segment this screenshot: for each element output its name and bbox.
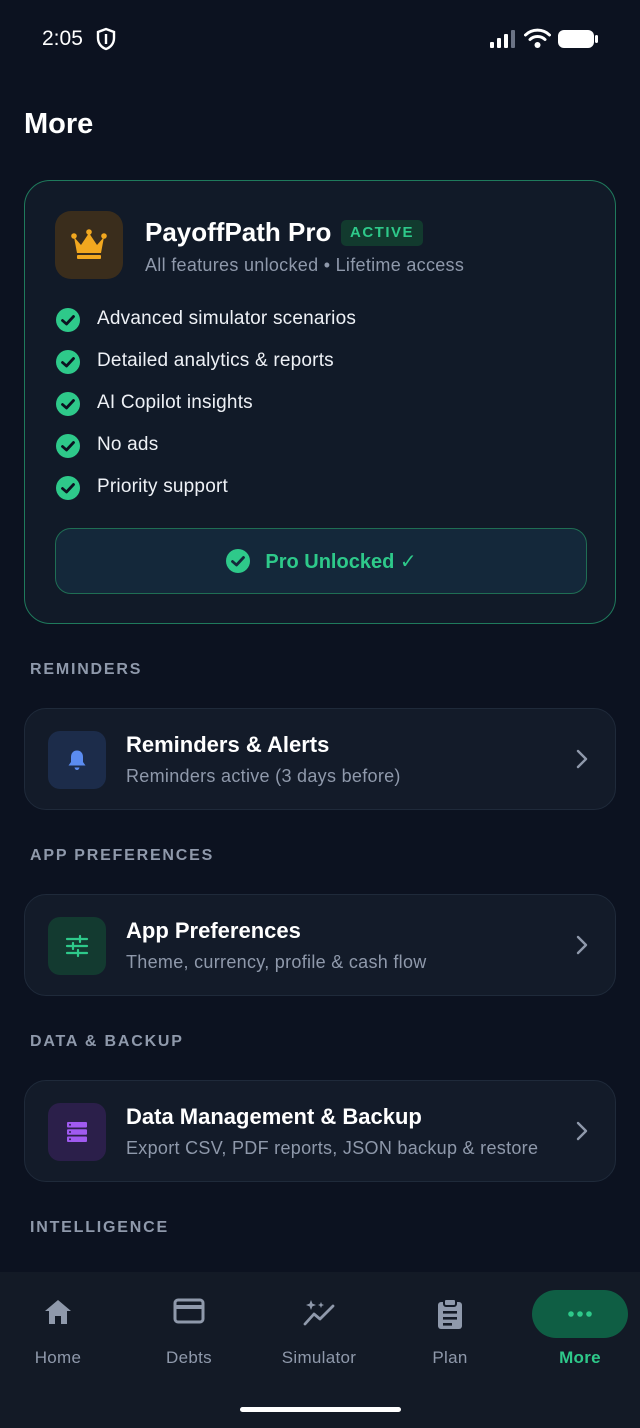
menu-title: App Preferences — [126, 918, 301, 943]
feature-text: Priority support — [97, 476, 228, 497]
feature-text: Detailed analytics & reports — [97, 350, 334, 371]
menu-subtitle: Theme, currency, profile & cash flow — [126, 952, 427, 972]
storage-stack-icon — [67, 1122, 87, 1142]
pro-subtitle: All features unlocked • Lifetime access — [145, 255, 465, 275]
nav-item-home[interactable]: Home — [0, 1272, 122, 1382]
reminders-alerts-row[interactable]: Reminders & Alerts Reminders active (3 d… — [24, 708, 616, 810]
status-bar: 2:05 — [0, 0, 640, 80]
nav-item-debts[interactable]: Debts — [125, 1272, 253, 1382]
chevron-right-icon — [576, 1121, 588, 1141]
menu-subtitle: Export CSV, PDF reports, JSON backup & r… — [126, 1138, 539, 1158]
nav-item-simulator[interactable]: Simulator — [255, 1272, 383, 1382]
section-label-reminders: REMINDERS — [30, 661, 143, 678]
sliders-icon-tile — [48, 917, 106, 975]
nav-label: Plan — [432, 1348, 468, 1367]
chevron-right-icon — [576, 749, 588, 769]
check-circle-icon — [56, 308, 80, 332]
check-circle-icon — [56, 476, 80, 500]
sliders-icon — [65, 934, 89, 958]
pro-title: PayoffPath Pro — [145, 217, 332, 247]
status-badge: ACTIVE — [341, 220, 424, 246]
bell-icon — [68, 750, 86, 770]
pro-unlocked-button[interactable]: Pro Unlocked ✓ — [55, 528, 587, 594]
check-circle-icon — [56, 434, 80, 458]
nav-label: Simulator — [281, 1348, 357, 1367]
signal-icon — [490, 30, 515, 48]
more-dots-icon — [568, 1311, 592, 1317]
nav-label: Home — [34, 1348, 82, 1367]
sparkle-chart-icon — [303, 1300, 335, 1326]
bell-icon-tile — [48, 731, 106, 789]
app-preferences-row[interactable]: App Preferences Theme, currency, profile… — [24, 894, 616, 996]
clipboard-icon — [438, 1298, 462, 1329]
feature-text: No ads — [97, 434, 159, 455]
crown-badge — [55, 211, 123, 279]
section-label-data-backup: DATA & BACKUP — [30, 1033, 184, 1050]
check-circle-icon — [56, 392, 80, 416]
card-icon — [173, 1298, 205, 1324]
section-label-app-preferences: APP PREFERENCES — [30, 847, 215, 864]
bottom-nav: Home Debts Simulator Plan More — [0, 1272, 640, 1428]
crown-icon — [71, 229, 107, 259]
battery-icon — [558, 30, 598, 48]
check-circle-icon — [56, 350, 80, 374]
status-time: 2:05 — [42, 27, 83, 50]
pro-subscription-card: PayoffPath Pro ACTIVE All features unloc… — [24, 180, 616, 624]
feature-text: Advanced simulator scenarios — [97, 308, 357, 329]
pro-unlocked-label: Pro Unlocked ✓ — [265, 550, 417, 573]
section-label-intelligence: INTELLIGENCE — [30, 1219, 169, 1236]
storage-icon-tile — [48, 1103, 106, 1161]
home-indicator[interactable] — [240, 1407, 401, 1412]
nav-item-plan[interactable]: Plan — [386, 1272, 514, 1382]
check-circle-icon — [226, 549, 251, 573]
menu-title: Data Management & Backup — [126, 1104, 422, 1129]
wifi-icon — [524, 28, 551, 48]
feature-text: AI Copilot insights — [97, 392, 253, 413]
nav-label: More — [559, 1348, 601, 1367]
data-management-backup-row[interactable]: Data Management & Backup Export CSV, PDF… — [24, 1080, 616, 1182]
menu-subtitle: Reminders active (3 days before) — [126, 766, 401, 786]
menu-title: Reminders & Alerts — [126, 732, 330, 757]
nav-item-more[interactable]: More — [516, 1272, 640, 1382]
home-icon — [45, 1300, 71, 1324]
shield-icon — [96, 27, 116, 51]
chevron-right-icon — [576, 935, 588, 955]
nav-label: Debts — [166, 1348, 212, 1367]
page-title: More — [24, 108, 94, 140]
